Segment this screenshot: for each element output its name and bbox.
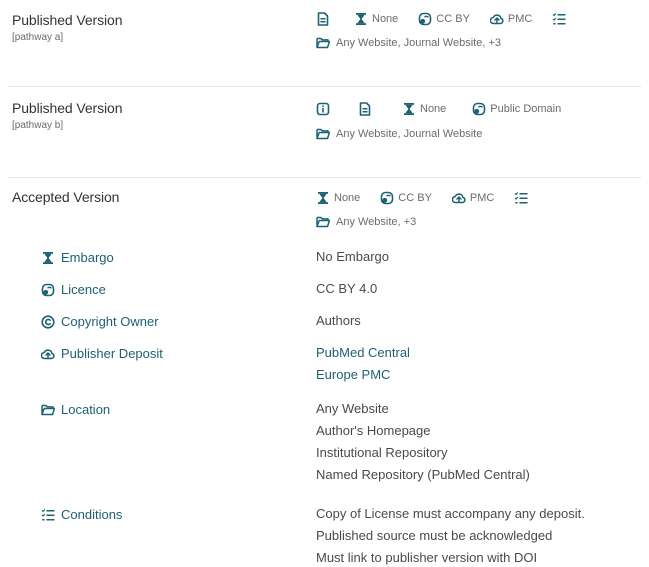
accepted-location: Any Website, +3: [336, 216, 417, 228]
pathway-b-info-badge: [316, 102, 334, 116]
licence-value: CC BY 4.0: [316, 281, 378, 296]
publisher-deposit-label-text: Publisher Deposit: [61, 346, 163, 361]
accepted-conditions-badge: [514, 191, 532, 205]
pathway-b-embargo: None: [420, 103, 447, 115]
accepted-embargo: None: [334, 192, 361, 204]
licence-label: Licence: [41, 282, 106, 297]
embargo-label-text: Embargo: [61, 250, 114, 265]
location-item: Any Website: [316, 401, 389, 416]
location-label-text: Location: [61, 402, 111, 417]
location-label: Location: [41, 402, 110, 417]
pathway-a-subtitle: [pathway a]: [12, 32, 64, 43]
location-item: Institutional Repository: [316, 445, 448, 460]
accepted-licence-badge: CC BY: [380, 191, 432, 205]
folder-open-icon: [316, 127, 330, 141]
pathway-b-licence-badge: Public Domain: [472, 102, 561, 116]
conditions-label: Conditions: [41, 507, 122, 522]
deposit-link-pubmed-central[interactable]: PubMed Central: [316, 342, 410, 364]
location-item: Named Repository (PubMed Central): [316, 467, 530, 482]
copyright-owner-label-text: Copyright Owner: [61, 314, 159, 329]
hourglass-icon: [402, 102, 416, 116]
pathway-a-location: Any Website, Journal Website, +3: [336, 37, 501, 49]
pathway-a-deposit-badge: PMC: [490, 12, 532, 26]
folder-open-icon: [316, 215, 330, 229]
licence-label-text: Licence: [61, 282, 106, 297]
pathway-a-badges: None CC BY PMC: [316, 12, 570, 26]
location-values: Any Website Author's Homepage Institutio…: [316, 398, 530, 486]
accepted-embargo-badge: None: [316, 191, 360, 205]
pathway-b-licence: Public Domain: [490, 103, 562, 115]
embargo-label: Embargo: [41, 250, 114, 265]
accepted-deposit-badge: PMC: [452, 191, 494, 205]
licence-icon: [380, 191, 394, 205]
copyright-owner-label: Copyright Owner: [41, 314, 159, 329]
copyright-owner-value: Authors: [316, 313, 361, 328]
checklist-icon: [552, 12, 566, 26]
separator: [8, 177, 641, 178]
pathway-b-location-line: Any Website, Journal Website: [316, 127, 482, 141]
document-icon: [358, 102, 372, 116]
pathway-a-embargo: None: [372, 13, 399, 25]
pathway-a-licence-badge: CC BY: [418, 12, 470, 26]
pathway-a-version-badge: [316, 12, 334, 26]
pathway-a-licence: CC BY: [436, 13, 470, 25]
condition-item: Must link to publisher version with DOI: [316, 550, 538, 565]
conditions-label-text: Conditions: [61, 507, 123, 522]
accepted-location-line: Any Website, +3: [316, 215, 416, 229]
folder-open-icon: [316, 36, 330, 50]
licence-icon: [41, 283, 55, 297]
pathway-a-conditions-badge: [552, 12, 570, 26]
pathway-a-deposit: PMC: [507, 13, 533, 25]
hourglass-icon: [316, 191, 330, 205]
hourglass-icon: [354, 12, 368, 26]
separator: [8, 86, 641, 87]
accepted-deposit: PMC: [469, 192, 495, 204]
cloud-upload-icon: [490, 12, 504, 26]
licence-icon: [472, 102, 486, 116]
publisher-deposit-label: Publisher Deposit: [41, 346, 163, 361]
accepted-badges: None CC BY PMC: [316, 191, 532, 205]
checklist-icon: [514, 191, 528, 205]
embargo-value: No Embargo: [316, 249, 389, 264]
hourglass-icon: [41, 251, 55, 265]
pathway-b-embargo-badge: None: [402, 102, 446, 116]
pathway-a-title: Published Version: [12, 12, 123, 28]
info-icon: [316, 102, 330, 116]
folder-open-icon: [41, 403, 55, 417]
checklist-icon: [41, 508, 55, 522]
accepted-licence: CC BY: [398, 192, 432, 204]
location-item: Author's Homepage: [316, 423, 431, 438]
pathway-b-badges: None Public Domain: [316, 102, 561, 116]
publisher-deposit-values: PubMed Central Europe PMC: [316, 342, 410, 386]
conditions-values: Copy of License must accompany any depos…: [316, 503, 585, 567]
cloud-upload-icon: [41, 347, 55, 361]
condition-item: Published source must be acknowledged: [316, 528, 553, 543]
pathway-a-location-line: Any Website, Journal Website, +3: [316, 36, 501, 50]
pathway-a-embargo-badge: None: [354, 12, 398, 26]
copyright-icon: [41, 315, 55, 329]
licence-icon: [418, 12, 432, 26]
condition-item: Copy of License must accompany any depos…: [316, 506, 585, 521]
pathway-b-subtitle: [pathway b]: [12, 120, 64, 131]
cloud-upload-icon: [452, 191, 466, 205]
pathway-b-title: Published Version: [12, 100, 123, 116]
pathway-b-location: Any Website, Journal Website: [336, 128, 483, 140]
accepted-title: Accepted Version: [12, 189, 120, 205]
pathway-b-version-badge: [358, 102, 376, 116]
deposit-link-europe-pmc[interactable]: Europe PMC: [316, 364, 410, 386]
document-icon: [316, 12, 330, 26]
